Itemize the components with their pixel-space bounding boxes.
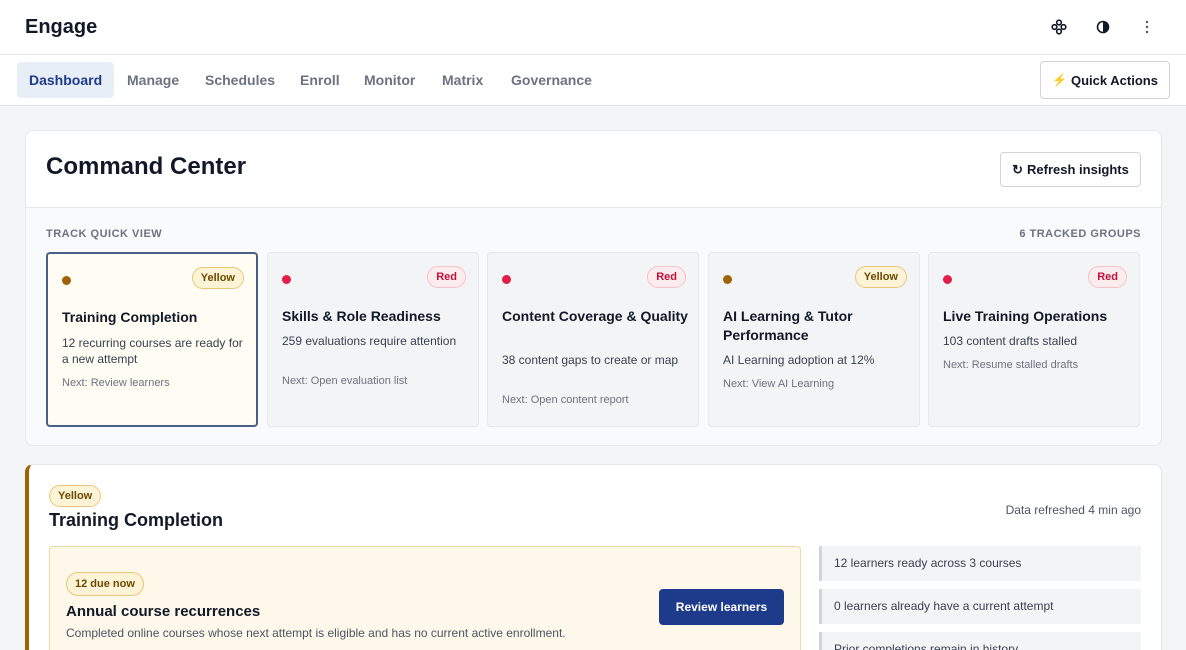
tab-schedules[interactable]: Schedules xyxy=(193,62,287,98)
fact-item: 12 learners ready across 3 courses xyxy=(819,546,1141,581)
due-now-badge: 12 due now xyxy=(66,572,144,596)
tab-manage[interactable]: Manage xyxy=(115,62,191,98)
track-card-training-completion[interactable]: Yellow Training Completion 12 recurring … xyxy=(46,252,258,427)
card-description: AI Learning adoption at 12% xyxy=(723,353,875,367)
top-icon-group xyxy=(1050,17,1156,37)
refresh-insights-label: Refresh insights xyxy=(1027,162,1129,177)
card-next-step: Next: Open content report xyxy=(502,394,629,406)
tab-dashboard[interactable]: Dashboard xyxy=(17,62,115,98)
status-dot xyxy=(502,275,511,284)
track-card-content-coverage[interactable]: Red Content Coverage & Quality 38 conten… xyxy=(487,252,699,427)
top-bar: Engage xyxy=(0,0,1186,55)
card-title: Content Coverage & Quality xyxy=(502,308,688,324)
track-card-ai-learning[interactable]: Yellow AI Learning & Tutor Performance A… xyxy=(708,252,920,427)
card-description: 103 content drafts stalled xyxy=(943,334,1078,348)
data-refreshed-text: Data refreshed 4 min ago xyxy=(1005,503,1141,517)
status-badge: Yellow xyxy=(191,267,244,289)
tab-governance[interactable]: Governance xyxy=(499,62,604,98)
tracked-groups-count: 6 TRACKED GROUPS xyxy=(1019,228,1141,240)
command-center-title: Command Center xyxy=(46,153,247,180)
status-dot xyxy=(62,276,71,285)
card-description: 259 evaluations require attention xyxy=(282,334,457,348)
track-card-live-training[interactable]: Red Live Training Operations 103 content… xyxy=(928,252,1140,427)
lightning-icon: ⚡ xyxy=(1052,73,1067,87)
command-center-header: Command Center ↻ Refresh insights xyxy=(26,131,1161,208)
training-completion-detail: Yellow Training Completion Data refreshe… xyxy=(25,464,1162,650)
card-next-step: Next: Open evaluation list xyxy=(282,375,408,387)
quick-actions-button[interactable]: ⚡ Quick Actions xyxy=(1040,61,1170,99)
refresh-insights-button[interactable]: ↻ Refresh insights xyxy=(1000,152,1141,187)
recommendation-title: Annual course recurrences xyxy=(66,603,261,620)
review-learners-button[interactable]: Review learners xyxy=(659,589,784,625)
command-center-panel: Command Center ↻ Refresh insights TRACK … xyxy=(25,130,1162,446)
tab-enroll[interactable]: Enroll xyxy=(288,62,352,98)
quick-view-label: TRACK QUICK VIEW xyxy=(46,228,163,240)
workflow-icon[interactable] xyxy=(1050,17,1068,37)
status-badge: Red xyxy=(647,266,686,288)
contrast-icon[interactable] xyxy=(1094,17,1112,37)
track-quick-view: TRACK QUICK VIEW 6 TRACKED GROUPS Yellow… xyxy=(26,208,1161,445)
status-badge: Red xyxy=(427,266,466,288)
card-title: Live Training Operations xyxy=(943,308,1108,324)
track-card-skills-readiness[interactable]: Red Skills & Role Readiness 259 evaluati… xyxy=(267,252,479,427)
card-description: 12 recurring courses are ready for a new… xyxy=(62,336,243,366)
fact-item: Prior completions remain in history xyxy=(819,632,1141,650)
card-title: AI Learning & Tutor Performance xyxy=(723,308,853,343)
status-badge: Red xyxy=(1088,266,1127,288)
recommendation-description: Completed online courses whose next atte… xyxy=(66,626,566,640)
status-badge: Yellow xyxy=(854,266,907,288)
more-vertical-icon[interactable] xyxy=(1138,17,1156,37)
quick-actions-label: Quick Actions xyxy=(1071,72,1158,88)
fact-item: 0 learners already have a current attemp… xyxy=(819,589,1141,624)
card-title: Skills & Role Readiness xyxy=(282,308,441,324)
status-dot xyxy=(723,275,732,284)
card-description: 38 content gaps to create or map xyxy=(502,353,679,367)
recommendation-card: 12 due now Annual course recurrences Com… xyxy=(49,546,801,650)
tab-matrix[interactable]: Matrix xyxy=(430,62,495,98)
status-badge: Yellow xyxy=(49,485,102,507)
status-dot xyxy=(282,275,291,284)
card-next-step: Next: View AI Learning xyxy=(723,378,835,390)
card-next-step: Next: Resume stalled drafts xyxy=(943,359,1079,371)
status-dot xyxy=(943,275,952,284)
nav-bar: Dashboard Manage Schedules Enroll Monito… xyxy=(0,55,1186,106)
refresh-icon: ↻ xyxy=(1012,161,1024,177)
app-title: Engage xyxy=(25,16,98,38)
detail-title: Training Completion xyxy=(49,510,223,530)
card-next-step: Next: Review learners xyxy=(62,377,170,389)
card-title: Training Completion xyxy=(62,309,198,325)
tab-monitor[interactable]: Monitor xyxy=(352,62,427,98)
